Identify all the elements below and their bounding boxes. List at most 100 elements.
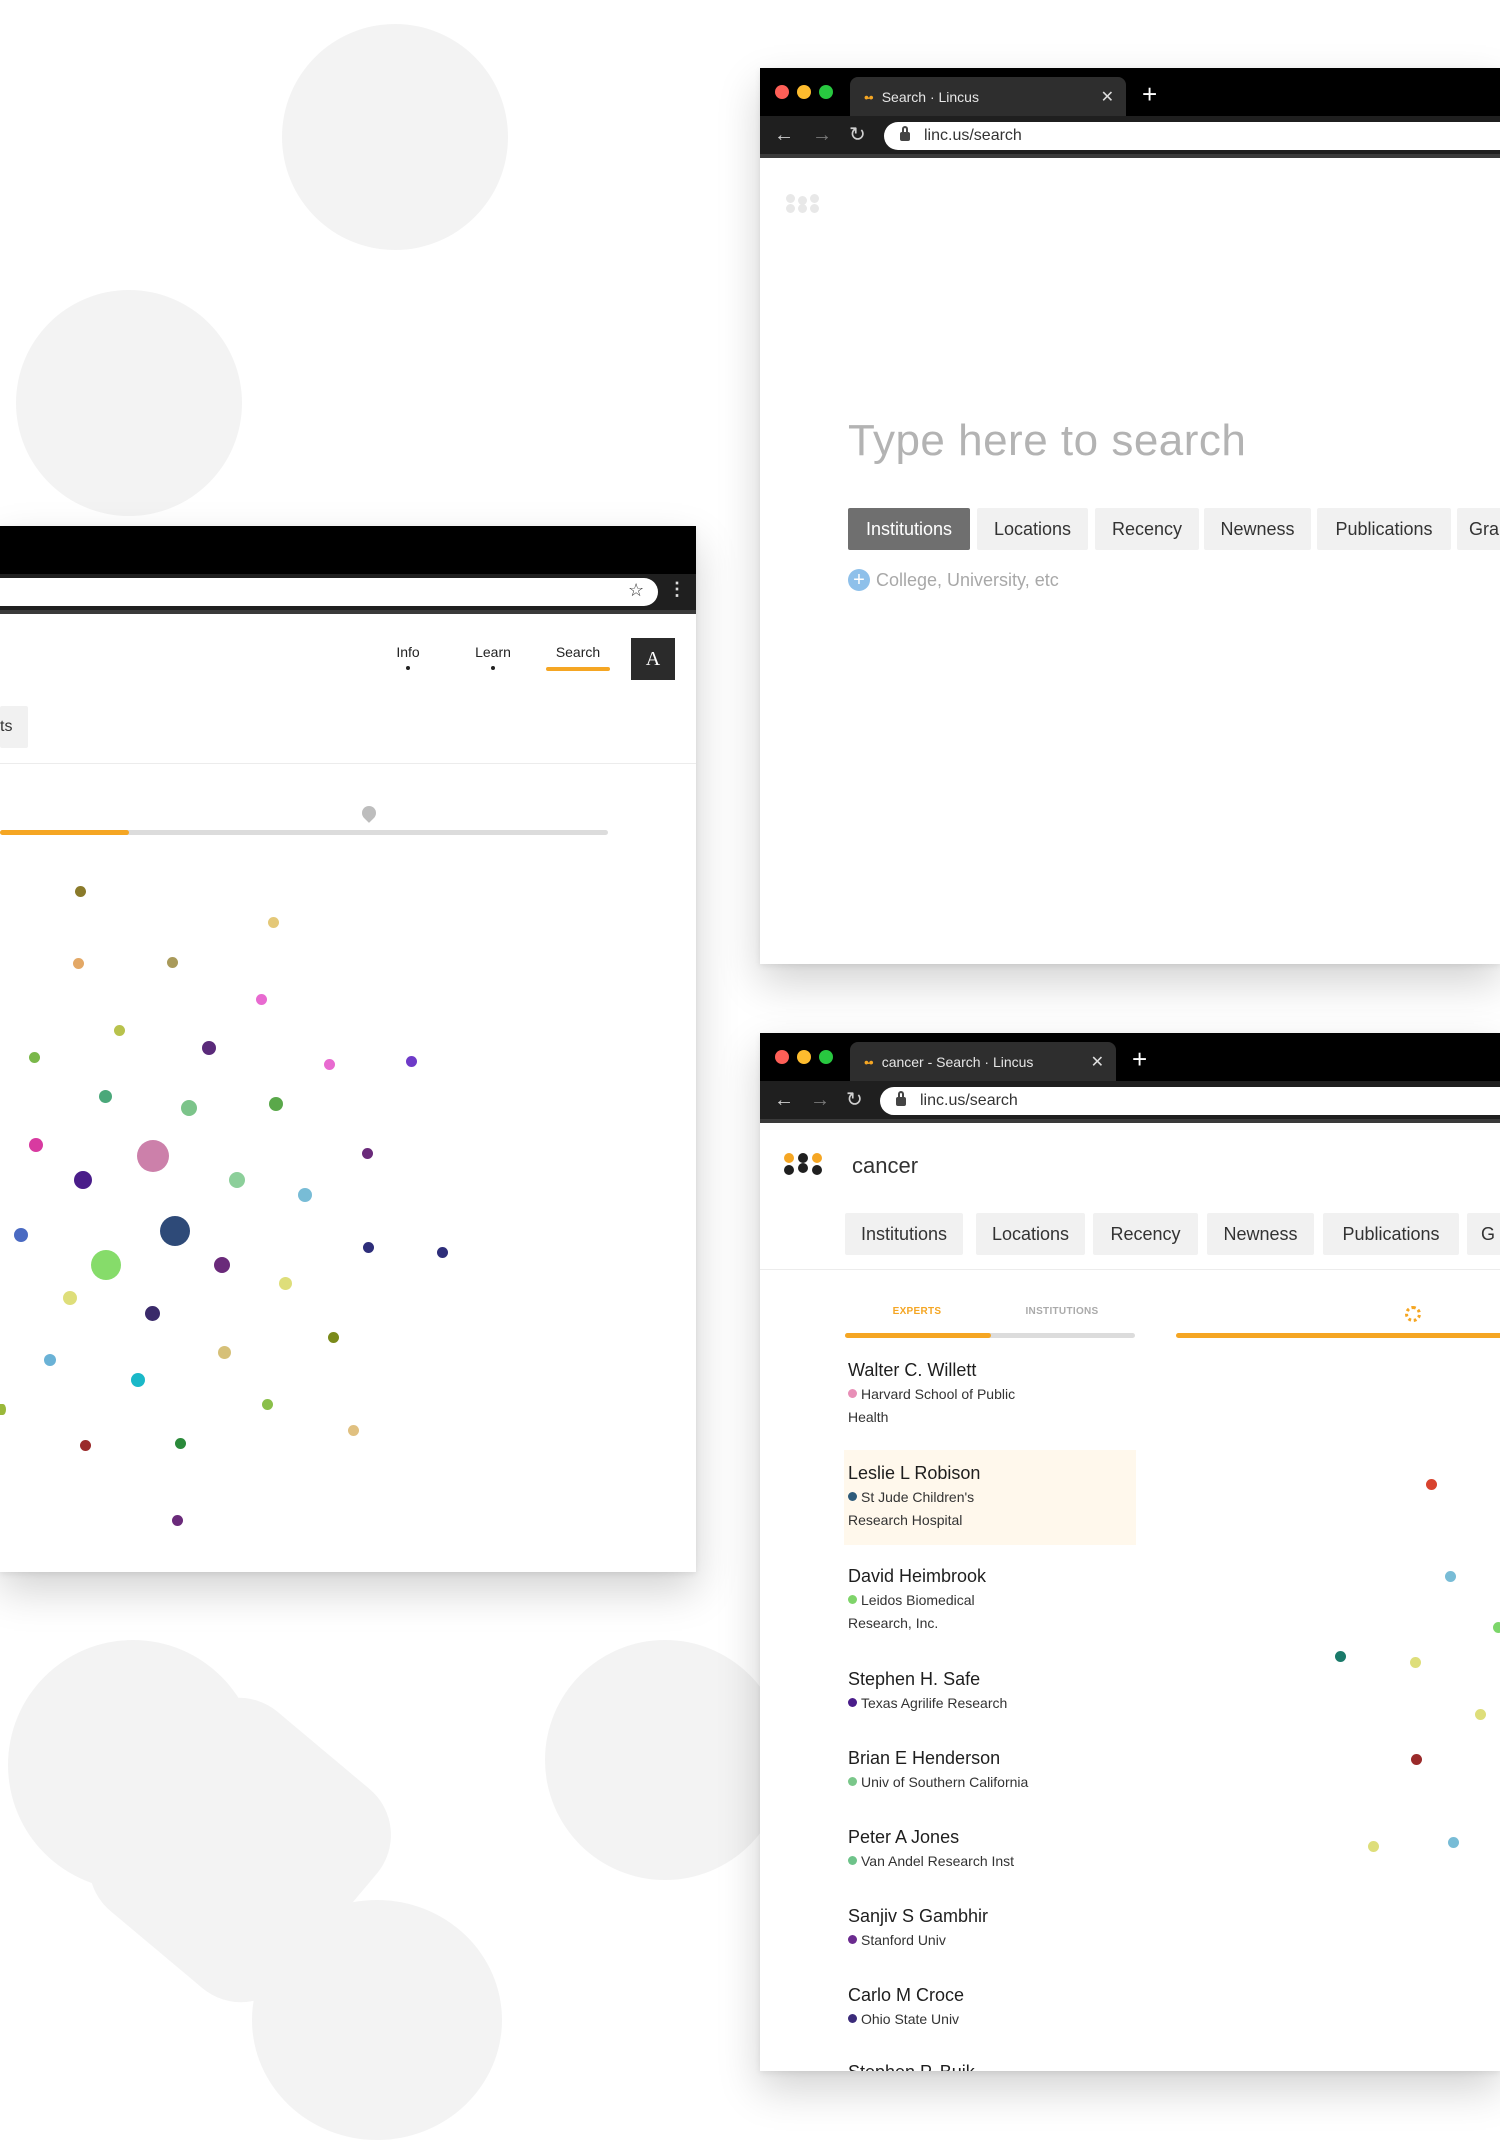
close-tab-icon[interactable]: ✕ [1101,87,1114,107]
graph-node[interactable] [172,1515,183,1526]
graph-node[interactable] [131,1373,145,1387]
graph-node[interactable] [229,1172,245,1188]
forward-icon[interactable]: → [810,1090,830,1110]
forward-icon[interactable]: → [812,125,832,145]
filter-publications[interactable]: Publications [1323,1213,1459,1255]
filter-locations[interactable]: Locations [976,1213,1085,1255]
expert-item[interactable]: Stephen H. Safe Texas Agrilife Research [848,1669,1140,1715]
address-bar[interactable] [0,578,658,606]
graph-node[interactable] [256,994,267,1005]
close-window-icon[interactable] [775,85,789,99]
graph-node[interactable] [29,1138,43,1152]
filter-newness[interactable]: Newness [1204,508,1311,550]
graph-node[interactable] [137,1140,169,1172]
browser-tab[interactable]: •∙• cancer - Search · Lincus ✕ [850,1042,1116,1081]
expert-item[interactable]: Carlo M Croce Ohio State Univ [848,1985,1140,2031]
graph-node[interactable] [1475,1709,1486,1720]
graph-node[interactable] [268,917,279,928]
graph-node[interactable] [29,1052,40,1063]
filter-chip-partial[interactable]: ts [0,706,28,748]
star-icon[interactable]: ☆ [628,580,644,601]
graph-node[interactable] [298,1188,312,1202]
search-input[interactable]: Type here to search [848,416,1246,466]
tab-institutions[interactable]: INSTITUTIONS [989,1306,1135,1317]
browser-tab[interactable]: •∙• Search · Lincus ✕ [850,77,1126,116]
tab-experts[interactable]: EXPERTS [845,1306,989,1317]
filter-recency[interactable]: Recency [1093,1213,1198,1255]
maximize-window-icon[interactable] [819,1050,833,1064]
maximize-window-icon[interactable] [819,85,833,99]
graph-node[interactable] [1493,1622,1500,1633]
graph-node[interactable] [74,1171,92,1189]
new-tab-icon[interactable]: + [1132,1046,1147,1072]
graph-node[interactable] [1410,1657,1421,1668]
graph-node[interactable] [181,1100,197,1116]
graph-node[interactable] [63,1291,77,1305]
graph-node[interactable] [362,1148,373,1159]
graph-node[interactable] [145,1306,160,1321]
graph-node[interactable] [175,1438,186,1449]
graph-node[interactable] [73,958,84,969]
graph-node[interactable] [114,1025,125,1036]
menu-icon[interactable]: ⋮ [668,579,686,600]
back-icon[interactable]: ← [774,125,794,145]
graph-node[interactable] [1411,1754,1422,1765]
address-bar[interactable]: linc.us/search [880,1087,1500,1115]
nav-search[interactable]: Search [546,644,610,671]
graph-node[interactable] [0,1404,6,1415]
filter-grants[interactable]: G [1467,1213,1500,1255]
close-window-icon[interactable] [775,1050,789,1064]
graph-node[interactable] [269,1097,283,1111]
graph-node[interactable] [406,1056,417,1067]
new-tab-icon[interactable]: + [1142,81,1157,107]
expert-item[interactable]: Brian E Henderson Univ of Southern Calif… [848,1748,1140,1794]
graph-node[interactable] [80,1440,91,1451]
graph-node[interactable] [1335,1651,1346,1662]
graph-node[interactable] [160,1216,190,1246]
filter-institutions[interactable]: Institutions [848,508,970,550]
filter-recency[interactable]: Recency [1095,508,1199,550]
graph-node[interactable] [167,957,178,968]
account-button[interactable]: A [631,638,675,680]
graph-node[interactable] [214,1257,230,1273]
reload-icon[interactable]: ↻ [846,1090,863,1110]
filter-institutions[interactable]: Institutions [845,1213,963,1255]
graph-node[interactable] [99,1090,112,1103]
filter-newness[interactable]: Newness [1207,1213,1314,1255]
nav-learn[interactable]: Learn [470,644,516,670]
graph-node[interactable] [279,1277,292,1290]
close-tab-icon[interactable]: ✕ [1091,1052,1104,1072]
expert-item[interactable]: Sanjiv S Gambhir Stanford Univ [848,1906,1140,1952]
graph-node[interactable] [218,1346,231,1359]
add-institution[interactable]: + College, University, etc [848,569,1059,591]
nav-info[interactable]: Info [388,644,428,670]
address-bar[interactable]: linc.us/search [884,122,1500,150]
graph-node[interactable] [348,1425,359,1436]
search-query[interactable]: cancer [852,1153,918,1179]
graph-node[interactable] [363,1242,374,1253]
reload-icon[interactable]: ↻ [849,125,866,145]
back-icon[interactable]: ← [774,1090,794,1110]
expert-item[interactable]: Walter C. Willett Harvard School of Publ… [848,1360,1140,1429]
expert-item[interactable]: Leslie L Robison St Jude Children's Resea… [848,1463,1140,1532]
graph-node[interactable] [91,1250,121,1280]
graph-node[interactable] [324,1059,335,1070]
graph-node[interactable] [1368,1841,1379,1852]
graph-node[interactable] [1445,1571,1456,1582]
graph-node[interactable] [262,1399,273,1410]
expert-item[interactable]: David Heimbrook Leidos Biomedical Researc… [848,1566,1140,1635]
graph-node[interactable] [14,1228,28,1242]
graph-node[interactable] [202,1041,216,1055]
filter-locations[interactable]: Locations [977,508,1088,550]
filter-grants[interactable]: Gra [1457,508,1500,550]
graph-node[interactable] [75,886,86,897]
graph-node[interactable] [1448,1837,1459,1848]
expert-item-partial[interactable]: Stephen P. Buik [848,2062,975,2071]
graph-node[interactable] [44,1354,56,1366]
minimize-window-icon[interactable] [797,1050,811,1064]
minimize-window-icon[interactable] [797,85,811,99]
expert-item[interactable]: Peter A Jones Van Andel Research Inst [848,1827,1140,1873]
graph-node[interactable] [1426,1479,1437,1490]
graph-node[interactable] [328,1332,339,1343]
filter-publications[interactable]: Publications [1317,508,1451,550]
